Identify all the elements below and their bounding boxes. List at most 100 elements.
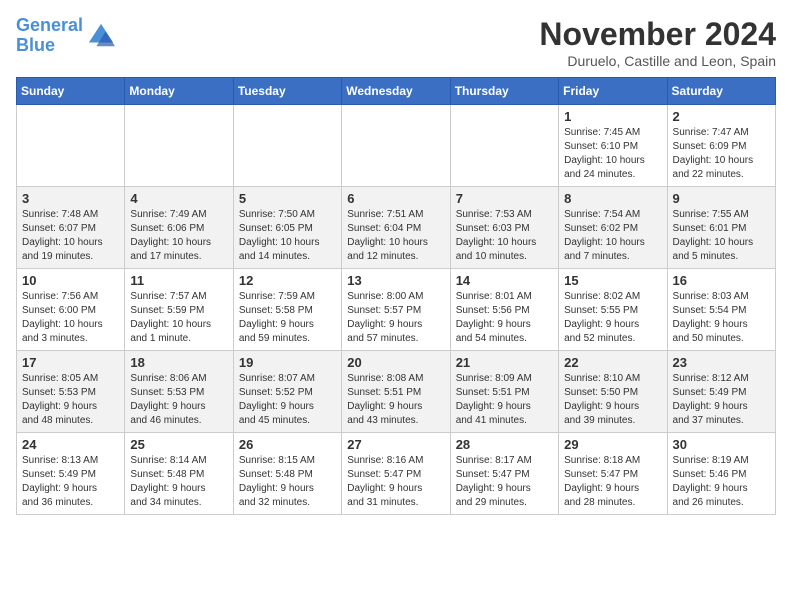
calendar-cell: 18 Sunrise: 8:06 AM Sunset: 5:53 PM Dayli… <box>125 351 233 433</box>
calendar-cell: 9 Sunrise: 7:55 AM Sunset: 6:01 PM Daylig… <box>667 187 775 269</box>
calendar-cell: 24 Sunrise: 8:13 AM Sunset: 5:49 PM Dayli… <box>17 433 125 515</box>
day-detail: Sunrise: 7:49 AM Sunset: 6:06 PM Dayligh… <box>130 209 211 262</box>
day-detail: Sunrise: 8:02 AM Sunset: 5:55 PM Dayligh… <box>564 291 640 344</box>
day-detail: Sunrise: 8:06 AM Sunset: 5:53 PM Dayligh… <box>130 373 206 426</box>
day-number: 24 <box>22 437 119 452</box>
calendar-cell: 21 Sunrise: 8:09 AM Sunset: 5:51 PM Dayli… <box>450 351 558 433</box>
day-detail: Sunrise: 8:13 AM Sunset: 5:49 PM Dayligh… <box>22 455 98 508</box>
day-detail: Sunrise: 7:45 AM Sunset: 6:10 PM Dayligh… <box>564 127 645 180</box>
day-number: 17 <box>22 355 119 370</box>
calendar-cell: 7 Sunrise: 7:53 AM Sunset: 6:03 PM Daylig… <box>450 187 558 269</box>
day-detail: Sunrise: 7:55 AM Sunset: 6:01 PM Dayligh… <box>673 209 754 262</box>
day-number: 16 <box>673 273 770 288</box>
day-number: 11 <box>130 273 227 288</box>
day-detail: Sunrise: 7:53 AM Sunset: 6:03 PM Dayligh… <box>456 209 537 262</box>
day-of-week-header: Sunday <box>17 78 125 105</box>
day-number: 8 <box>564 191 661 206</box>
day-detail: Sunrise: 8:19 AM Sunset: 5:46 PM Dayligh… <box>673 455 749 508</box>
day-number: 2 <box>673 109 770 124</box>
calendar-cell: 29 Sunrise: 8:18 AM Sunset: 5:47 PM Dayli… <box>559 433 667 515</box>
day-detail: Sunrise: 8:10 AM Sunset: 5:50 PM Dayligh… <box>564 373 640 426</box>
day-detail: Sunrise: 8:07 AM Sunset: 5:52 PM Dayligh… <box>239 373 315 426</box>
day-number: 6 <box>347 191 444 206</box>
day-of-week-header: Thursday <box>450 78 558 105</box>
month-title: November 2024 <box>539 16 776 53</box>
calendar-cell: 22 Sunrise: 8:10 AM Sunset: 5:50 PM Dayli… <box>559 351 667 433</box>
calendar-cell: 4 Sunrise: 7:49 AM Sunset: 6:06 PM Daylig… <box>125 187 233 269</box>
location-subtitle: Duruelo, Castille and Leon, Spain <box>539 53 776 69</box>
calendar-cell: 2 Sunrise: 7:47 AM Sunset: 6:09 PM Daylig… <box>667 105 775 187</box>
calendar-cell: 6 Sunrise: 7:51 AM Sunset: 6:04 PM Daylig… <box>342 187 450 269</box>
day-number: 20 <box>347 355 444 370</box>
day-number: 21 <box>456 355 553 370</box>
calendar-cell: 1 Sunrise: 7:45 AM Sunset: 6:10 PM Daylig… <box>559 105 667 187</box>
calendar-cell: 12Sunrise: 7:59 AM Sunset: 5:58 PM Dayli… <box>233 269 341 351</box>
calendar-cell: 17 Sunrise: 8:05 AM Sunset: 5:53 PM Dayli… <box>17 351 125 433</box>
calendar-week-row: 17 Sunrise: 8:05 AM Sunset: 5:53 PM Dayli… <box>17 351 776 433</box>
calendar-table: SundayMondayTuesdayWednesdayThursdayFrid… <box>16 77 776 515</box>
header: GeneralBlue November 2024 Duruelo, Casti… <box>16 16 776 69</box>
day-number: 19 <box>239 355 336 370</box>
day-detail: Sunrise: 8:15 AM Sunset: 5:48 PM Dayligh… <box>239 455 315 508</box>
calendar-cell: 25Sunrise: 8:14 AM Sunset: 5:48 PM Dayli… <box>125 433 233 515</box>
day-detail: Sunrise: 8:14 AM Sunset: 5:48 PM Dayligh… <box>130 455 206 508</box>
calendar-header-row: SundayMondayTuesdayWednesdayThursdayFrid… <box>17 78 776 105</box>
calendar-cell: 10Sunrise: 7:56 AM Sunset: 6:00 PM Dayli… <box>17 269 125 351</box>
calendar-week-row: 3Sunrise: 7:48 AM Sunset: 6:07 PM Daylig… <box>17 187 776 269</box>
calendar-cell: 30Sunrise: 8:19 AM Sunset: 5:46 PM Dayli… <box>667 433 775 515</box>
calendar-week-row: 24 Sunrise: 8:13 AM Sunset: 5:49 PM Dayli… <box>17 433 776 515</box>
day-number: 9 <box>673 191 770 206</box>
day-number: 14 <box>456 273 553 288</box>
day-of-week-header: Monday <box>125 78 233 105</box>
calendar-week-row: 10Sunrise: 7:56 AM Sunset: 6:00 PM Dayli… <box>17 269 776 351</box>
day-detail: Sunrise: 8:18 AM Sunset: 5:47 PM Dayligh… <box>564 455 640 508</box>
calendar-cell: 20 Sunrise: 8:08 AM Sunset: 5:51 PM Dayli… <box>342 351 450 433</box>
calendar-cell: 8 Sunrise: 7:54 AM Sunset: 6:02 PM Daylig… <box>559 187 667 269</box>
calendar-body: 1 Sunrise: 7:45 AM Sunset: 6:10 PM Daylig… <box>17 105 776 515</box>
calendar-cell: 28 Sunrise: 8:17 AM Sunset: 5:47 PM Dayli… <box>450 433 558 515</box>
calendar-cell: 19 Sunrise: 8:07 AM Sunset: 5:52 PM Dayli… <box>233 351 341 433</box>
day-detail: Sunrise: 8:16 AM Sunset: 5:47 PM Dayligh… <box>347 455 423 508</box>
day-detail: Sunrise: 8:01 AM Sunset: 5:56 PM Dayligh… <box>456 291 532 344</box>
day-detail: Sunrise: 7:51 AM Sunset: 6:04 PM Dayligh… <box>347 209 428 262</box>
day-number: 1 <box>564 109 661 124</box>
day-number: 4 <box>130 191 227 206</box>
day-number: 7 <box>456 191 553 206</box>
day-detail: Sunrise: 7:50 AM Sunset: 6:05 PM Dayligh… <box>239 209 320 262</box>
calendar-cell <box>233 105 341 187</box>
calendar-cell: 15Sunrise: 8:02 AM Sunset: 5:55 PM Dayli… <box>559 269 667 351</box>
day-detail: Sunrise: 8:03 AM Sunset: 5:54 PM Dayligh… <box>673 291 749 344</box>
day-detail: Sunrise: 8:00 AM Sunset: 5:57 PM Dayligh… <box>347 291 423 344</box>
day-number: 28 <box>456 437 553 452</box>
day-detail: Sunrise: 8:09 AM Sunset: 5:51 PM Dayligh… <box>456 373 532 426</box>
day-number: 22 <box>564 355 661 370</box>
day-number: 3 <box>22 191 119 206</box>
day-detail: Sunrise: 8:05 AM Sunset: 5:53 PM Dayligh… <box>22 373 98 426</box>
day-detail: Sunrise: 7:47 AM Sunset: 6:09 PM Dayligh… <box>673 127 754 180</box>
day-detail: Sunrise: 8:17 AM Sunset: 5:47 PM Dayligh… <box>456 455 532 508</box>
day-number: 23 <box>673 355 770 370</box>
day-number: 27 <box>347 437 444 452</box>
day-of-week-header: Wednesday <box>342 78 450 105</box>
day-number: 18 <box>130 355 227 370</box>
day-detail: Sunrise: 7:57 AM Sunset: 5:59 PM Dayligh… <box>130 291 211 344</box>
day-number: 29 <box>564 437 661 452</box>
calendar-cell <box>125 105 233 187</box>
calendar-cell: 16 Sunrise: 8:03 AM Sunset: 5:54 PM Dayli… <box>667 269 775 351</box>
calendar-cell: 14 Sunrise: 8:01 AM Sunset: 5:56 PM Dayli… <box>450 269 558 351</box>
day-detail: Sunrise: 8:08 AM Sunset: 5:51 PM Dayligh… <box>347 373 423 426</box>
day-detail: Sunrise: 7:54 AM Sunset: 6:02 PM Dayligh… <box>564 209 645 262</box>
title-area: November 2024 Duruelo, Castille and Leon… <box>539 16 776 69</box>
calendar-week-row: 1 Sunrise: 7:45 AM Sunset: 6:10 PM Daylig… <box>17 105 776 187</box>
calendar-cell <box>342 105 450 187</box>
calendar-cell: 3Sunrise: 7:48 AM Sunset: 6:07 PM Daylig… <box>17 187 125 269</box>
day-number: 10 <box>22 273 119 288</box>
calendar-cell: 13Sunrise: 8:00 AM Sunset: 5:57 PM Dayli… <box>342 269 450 351</box>
calendar-cell: 27 Sunrise: 8:16 AM Sunset: 5:47 PM Dayli… <box>342 433 450 515</box>
day-number: 26 <box>239 437 336 452</box>
calendar-cell: 5Sunrise: 7:50 AM Sunset: 6:05 PM Daylig… <box>233 187 341 269</box>
day-of-week-header: Saturday <box>667 78 775 105</box>
calendar-cell: 26 Sunrise: 8:15 AM Sunset: 5:48 PM Dayli… <box>233 433 341 515</box>
logo: GeneralBlue <box>16 16 115 56</box>
calendar-cell: 23Sunrise: 8:12 AM Sunset: 5:49 PM Dayli… <box>667 351 775 433</box>
